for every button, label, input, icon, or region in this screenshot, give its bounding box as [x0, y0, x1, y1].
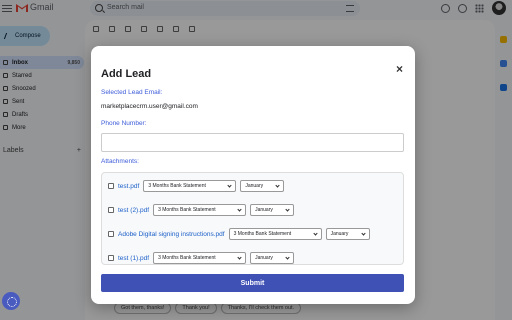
month-select[interactable]: January — [240, 180, 285, 192]
attachment-row: Adobe Digital signing instructions.pdf 3… — [108, 228, 370, 240]
chevron-down-icon — [285, 206, 290, 212]
month-value: January — [330, 231, 349, 237]
month-select[interactable]: January — [325, 228, 370, 240]
attachment-row: test (1).pdf 3 Months Bank Statement Jan… — [108, 252, 295, 264]
attachment-row: test (2).pdf 3 Months Bank Statement Jan… — [108, 204, 295, 216]
month-select[interactable]: January — [250, 252, 295, 264]
chevron-down-icon — [285, 254, 290, 260]
add-lead-dialog: Add Lead × Selected Lead Email: marketpl… — [91, 46, 415, 304]
document-type-select[interactable]: 3 Months Bank Statement — [228, 228, 322, 240]
extension-launcher-icon[interactable] — [2, 292, 20, 310]
month-value: January — [245, 183, 264, 189]
chevron-down-icon — [312, 230, 318, 236]
attachments-label: Attachments: — [101, 158, 139, 165]
month-value: January — [255, 207, 273, 213]
selected-email-value: marketplacecrm.user@gmail.com — [101, 103, 198, 110]
selected-email-label: Selected Lead Email: — [101, 89, 163, 96]
attachment-checkbox[interactable] — [108, 207, 114, 213]
chevron-down-icon — [237, 254, 242, 260]
phone-label: Phone Number: — [101, 120, 147, 127]
attachment-checkbox[interactable] — [108, 231, 114, 237]
phone-number-input[interactable] — [101, 133, 404, 152]
attachments-list[interactable]: test.pdf 3 Months Bank Statement January… — [101, 172, 404, 265]
document-type-value: 3 Months Bank Statement — [158, 255, 216, 261]
attachment-checkbox[interactable] — [108, 255, 114, 261]
attachment-filename[interactable]: test (2).pdf — [118, 207, 149, 214]
attachment-checkbox[interactable] — [108, 183, 114, 189]
document-type-select[interactable]: 3 Months Bank Statement — [143, 180, 237, 192]
document-type-value: 3 Months Bank Statement — [233, 231, 292, 237]
attachment-filename[interactable]: test (1).pdf — [118, 255, 149, 262]
chevron-down-icon — [360, 230, 366, 236]
chevron-down-icon — [275, 182, 280, 188]
chevron-down-icon — [227, 182, 232, 188]
attachment-filename[interactable]: Adobe Digital signing instructions.pdf — [118, 231, 225, 238]
document-type-value: 3 Months Bank Statement — [148, 183, 206, 189]
document-type-select[interactable]: 3 Months Bank Statement — [153, 252, 247, 264]
close-icon[interactable]: × — [396, 63, 403, 75]
month-value: January — [255, 255, 273, 261]
dialog-title: Add Lead — [101, 68, 152, 80]
submit-button[interactable]: Submit — [101, 274, 404, 292]
attachment-filename[interactable]: test.pdf — [118, 183, 139, 190]
attachment-row: test.pdf 3 Months Bank Statement January — [108, 180, 285, 192]
chevron-down-icon — [237, 206, 242, 212]
document-type-select[interactable]: 3 Months Bank Statement — [153, 204, 247, 216]
document-type-value: 3 Months Bank Statement — [158, 207, 216, 213]
month-select[interactable]: January — [250, 204, 295, 216]
